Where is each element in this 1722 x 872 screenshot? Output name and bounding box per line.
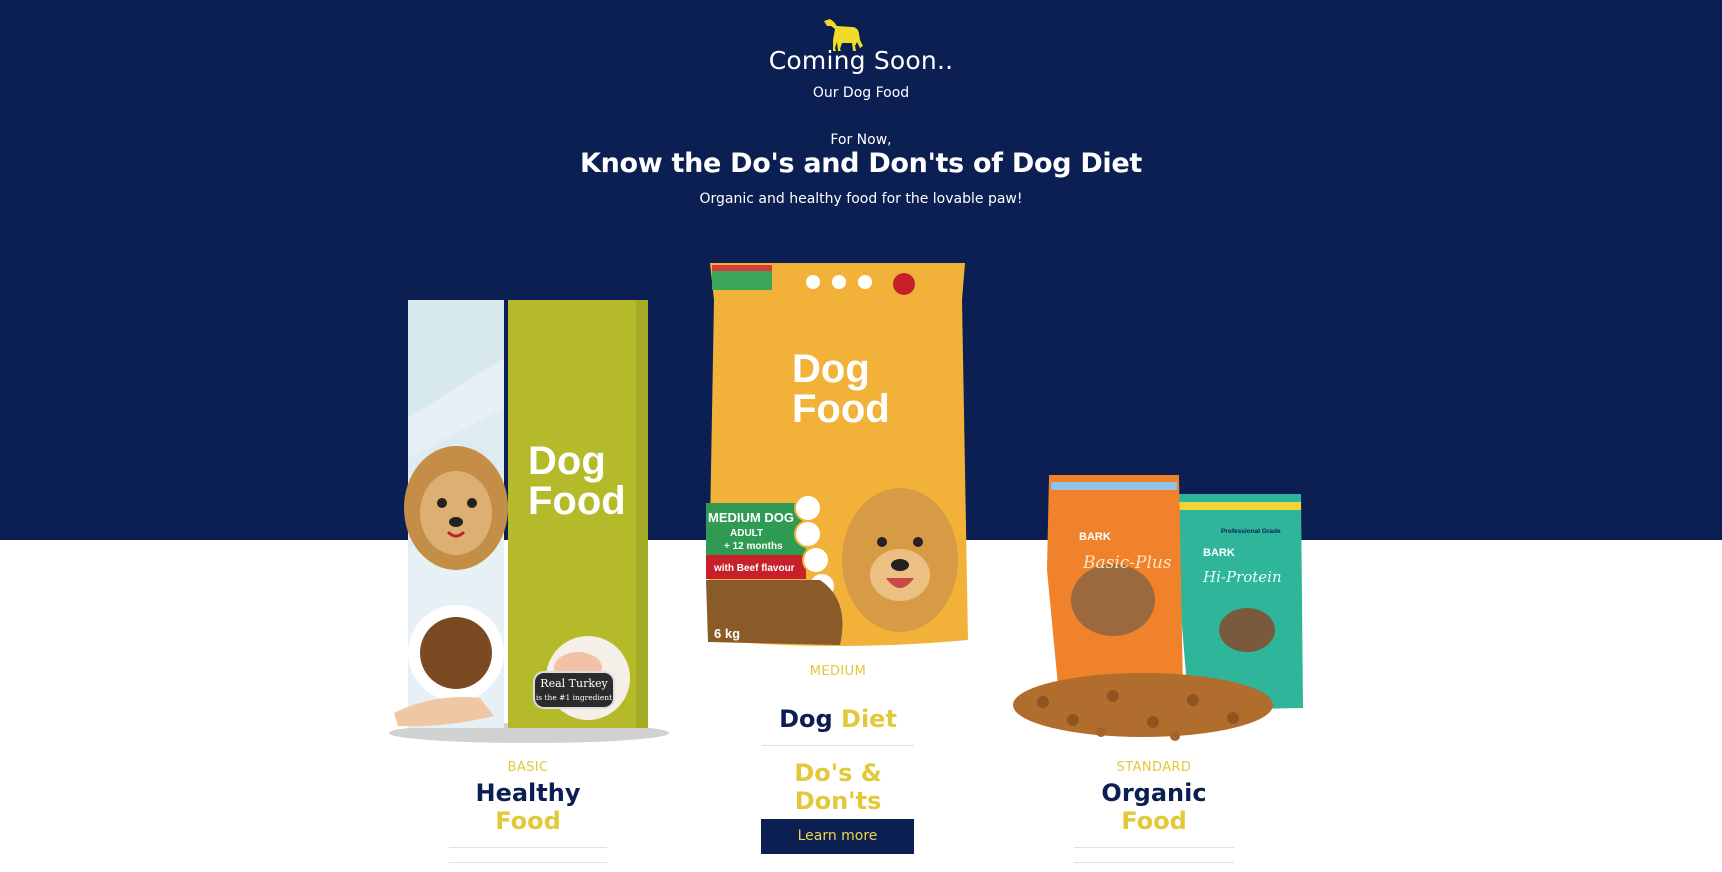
card-subtitle: Do's & Don'ts [794, 759, 882, 815]
bag-text: Food [528, 479, 626, 523]
divider [1074, 862, 1234, 863]
badge-subtext: is the #1 ingredient [536, 693, 612, 702]
bag-text: Dog [528, 439, 606, 483]
divider [1074, 847, 1234, 848]
card-kicker: STANDARD [1116, 760, 1192, 775]
divider [762, 745, 914, 746]
learn-more-button[interactable]: Learn more [761, 819, 914, 854]
card-title: Dog Diet [762, 705, 914, 733]
bag-band-text: with Beef flavour [713, 563, 795, 574]
bag-grade: Professional Grade [1221, 528, 1281, 535]
card-standard: STANDARD Organic Food [1074, 760, 1234, 863]
divider [449, 862, 607, 863]
card-kicker: BASIC [507, 760, 549, 775]
bag-name: Hi-Protein [1202, 568, 1282, 586]
medium-food-bag-image: MEDIUM DOG ADULT + 12 months with Beef f… [706, 263, 968, 646]
card-title: Organic Food [1074, 779, 1234, 835]
divider [449, 847, 607, 848]
bag-band-text: + 12 months [724, 541, 783, 552]
tagline: Organic and healthy food for the lovable… [699, 191, 1023, 207]
card-title: Healthy Food [449, 779, 607, 835]
bag-band-text: ADULT [730, 528, 763, 539]
bag-brand: BARK [1203, 547, 1235, 559]
bag-band-text: MEDIUM DOG [708, 510, 794, 525]
standard-food-bags-image: BARK BARK Basic-Plus Hi-Protein Professi… [1013, 475, 1303, 741]
card-title-main: Healthy [475, 779, 581, 807]
bag-weight: 6 kg [714, 626, 740, 641]
bag-name: Basic-Plus [1082, 553, 1172, 573]
basic-food-bag-image: Real Turkey is the #1 ingredient Dog Foo… [389, 300, 669, 743]
page-subtitle: Our Dog Food [812, 85, 910, 101]
badge-text: Real Turkey [540, 677, 608, 690]
card-basic: BASIC Healthy Food [449, 760, 607, 863]
card-kicker: MEDIUM [809, 664, 867, 679]
intro-text: For Now, [830, 132, 892, 148]
card-title-accent: Diet [841, 705, 897, 733]
main-heading: Know the Do's and Don'ts of Dog Diet [579, 148, 1143, 179]
card-title-accent: Food [495, 807, 561, 835]
bag-text: Food [792, 387, 890, 431]
card-title-main: Dog [779, 705, 833, 733]
bag-brand: BARK [1079, 531, 1111, 543]
card-title-main: Organic [1101, 779, 1207, 807]
page-title: Coming Soon.. [768, 46, 954, 75]
card-title-accent: Food [1121, 807, 1187, 835]
bag-text: Dog [792, 347, 870, 391]
card-medium: MEDIUM Dog Diet Do's & Don'ts [762, 664, 914, 815]
